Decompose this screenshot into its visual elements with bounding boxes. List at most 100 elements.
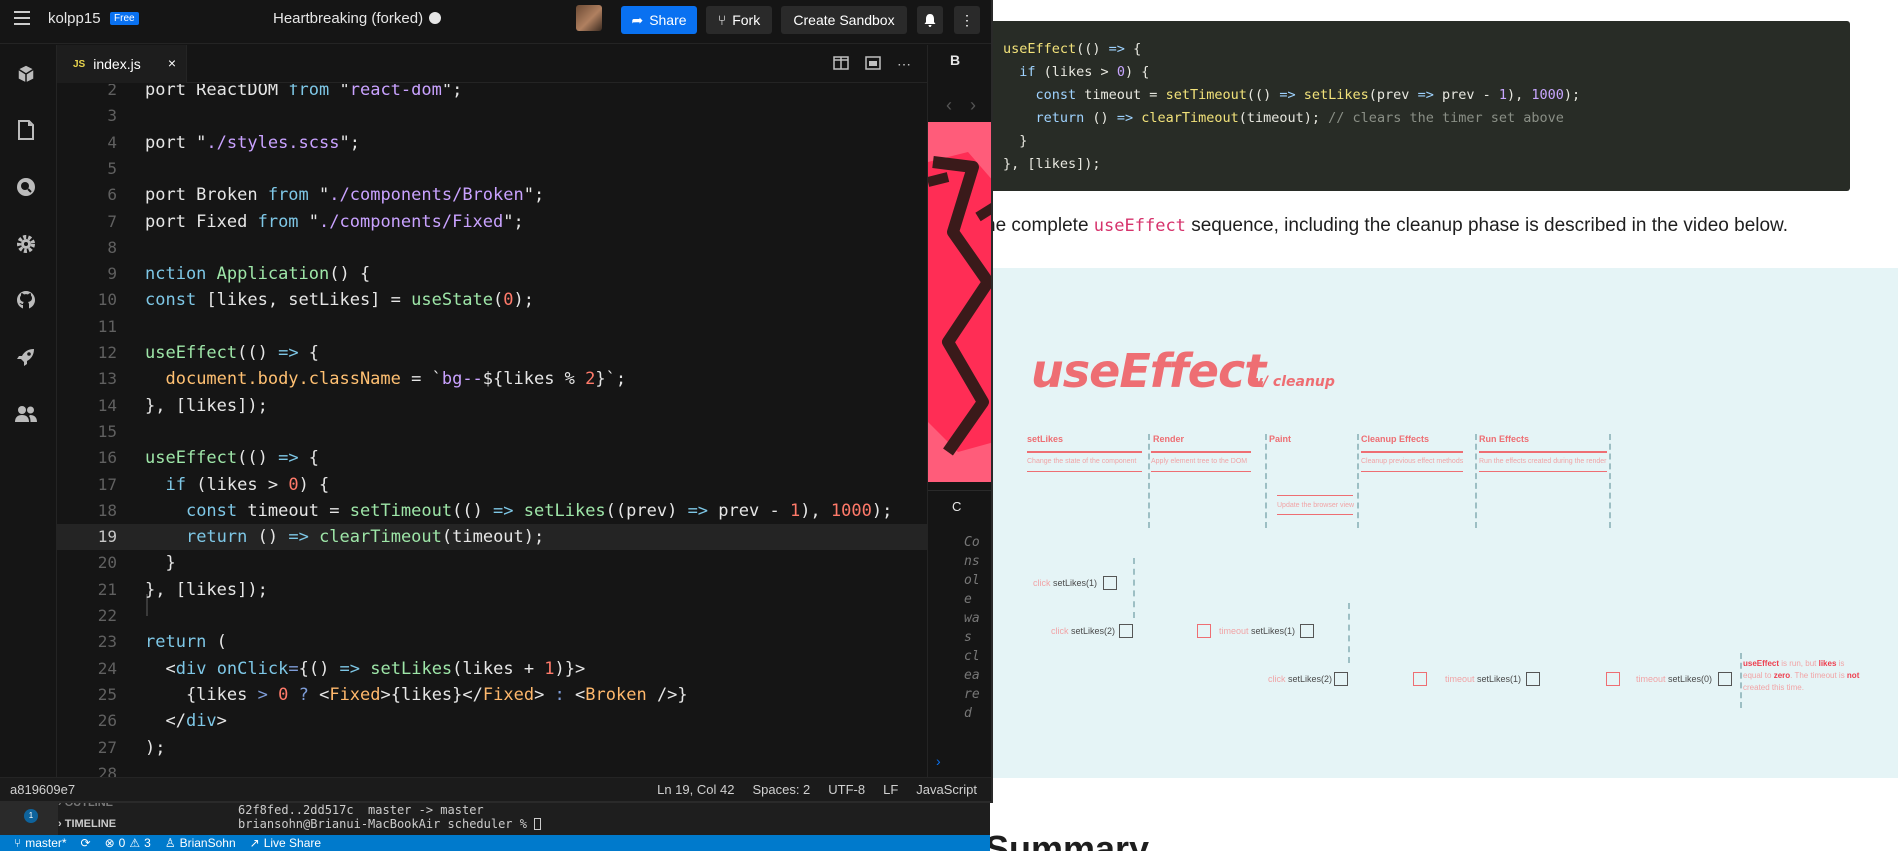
sandbox-title[interactable]: Heartbreaking (forked): [273, 10, 442, 27]
search-icon[interactable]: [14, 175, 38, 199]
code-line[interactable]: 10 const [likes, setLikes] = useState(0);: [57, 287, 927, 313]
code-token: 0: [278, 684, 289, 705]
fork-button[interactable]: ⑂ Fork: [706, 6, 772, 34]
line-number: 22: [97, 606, 117, 625]
code-line[interactable]: 21}, [likes]);: [57, 577, 927, 603]
terminal-prompt[interactable]: briansohn@Brianui-MacBookAir scheduler %: [238, 817, 542, 831]
preview-tab[interactable]: B: [950, 52, 960, 68]
code-token: =>: [288, 527, 309, 548]
code-line[interactable]: 22: [57, 603, 927, 629]
code-line[interactable]: 23 return (: [57, 629, 927, 655]
code-text: const timeout = setTimeout(() => setLike…: [145, 498, 892, 524]
code-line[interactable]: 28: [57, 761, 927, 777]
timeline-section[interactable]: › TIMELINE: [58, 818, 116, 830]
console-tab[interactable]: C: [952, 499, 961, 514]
code-line[interactable]: 4 port "./styles.scss";: [57, 130, 927, 156]
diagram-divider: [1609, 434, 1611, 528]
branch-status[interactable]: ⑂ master*: [14, 836, 67, 850]
code-line[interactable]: 18 const timeout = setTimeout(() => setL…: [57, 498, 927, 524]
code-line[interactable]: 13 document.body.className = `bg--${like…: [57, 366, 927, 392]
more-options-icon[interactable]: ⋮: [954, 6, 980, 34]
code-line[interactable]: 26 </div>: [57, 708, 927, 734]
useeffect-diagram-video[interactable]: useEffect w/ cleanup setLikes Render Pai…: [985, 268, 1898, 778]
preview-broken-heart-image[interactable]: [928, 122, 991, 482]
code-token: 0: [503, 290, 514, 311]
code-line[interactable]: 3: [57, 103, 927, 129]
editor-tabs: JS index.js × ⋯: [57, 45, 927, 83]
code-line[interactable]: 8: [57, 235, 927, 261]
code-line[interactable]: 16 useEffect(() => {: [57, 445, 927, 471]
settings-icon[interactable]: [14, 232, 38, 256]
code-line[interactable]: 14}, [likes]);: [57, 393, 927, 419]
username[interactable]: kolpp15: [48, 10, 101, 27]
code-token: =>: [493, 500, 514, 521]
code-token: }: [1003, 133, 1028, 149]
code-line[interactable]: 24 <div onClick={() => setLikes(likes + …: [57, 656, 927, 682]
code-token: }, [likes]);: [145, 395, 268, 416]
code-line[interactable]: 17 if (likes > 0) {: [57, 472, 927, 498]
code-line[interactable]: 11: [57, 314, 927, 340]
code-line[interactable]: 27);: [57, 735, 927, 761]
code-line[interactable]: 20 }: [57, 550, 927, 576]
github-icon[interactable]: [14, 288, 38, 312]
language-mode[interactable]: JavaScript: [916, 782, 977, 797]
diagram-step: click setLikes(2): [1051, 626, 1116, 636]
indentation-setting[interactable]: Spaces: 2: [752, 782, 810, 797]
avatar[interactable]: [576, 5, 602, 31]
code-line[interactable]: 7 port Fixed from "./components/Fixed";: [57, 209, 927, 235]
diagram-underline: [1151, 451, 1251, 453]
line-number: 9: [107, 264, 117, 284]
code-line[interactable]: 5: [57, 156, 927, 182]
bell-icon[interactable]: [917, 6, 943, 34]
code-token: useState: [411, 290, 494, 311]
line-number: 12: [97, 343, 117, 362]
split-editor-icon[interactable]: [833, 55, 849, 73]
plan-badge: Free: [110, 12, 139, 25]
code-token: port ReactDOM: [145, 84, 289, 100]
console-prompt[interactable]: ›: [936, 753, 941, 769]
paragraph-text-end: sequence, including the cleanup phase is…: [1185, 215, 1789, 236]
code-line[interactable]: 25 {likes > 0 ? <Fixed>{likes}</Fixed> :…: [57, 682, 927, 708]
more-actions-icon[interactable]: ⋯: [897, 56, 911, 73]
code-token: =>: [1116, 110, 1134, 126]
code-line[interactable]: 6 port Broken from "./components/Broken";: [57, 182, 927, 208]
encoding-setting[interactable]: UTF-8: [828, 782, 865, 797]
close-tab-icon[interactable]: ×: [168, 55, 176, 71]
code-token: setLikes: [523, 500, 606, 521]
menu-icon[interactable]: [14, 11, 30, 25]
tab-index-js[interactable]: JS index.js ×: [57, 45, 187, 83]
code-token: <: [145, 658, 176, 679]
code-line[interactable]: 15: [57, 419, 927, 445]
create-sandbox-button[interactable]: Create Sandbox: [781, 6, 907, 34]
diagram-box: [1197, 624, 1211, 638]
diagram-underline: [1479, 451, 1607, 453]
code-token: =: [288, 658, 299, 679]
code-text: nction Application() {: [145, 261, 370, 287]
code-editor[interactable]: 2 port ReactDOM from "react-dom"; 3 4 port "…: [57, 84, 927, 777]
explorer-icon[interactable]: [14, 118, 38, 142]
diagram-underline: [1027, 471, 1142, 472]
code-line[interactable]: 19 return () => clearTimeout(timeout);: [57, 524, 927, 551]
preview-nav-arrows[interactable]: ‹›: [946, 95, 991, 116]
eol-setting[interactable]: LF: [883, 782, 898, 797]
user-status[interactable]: ♙ BrianSohn: [165, 836, 236, 850]
diagram-step: timeout setLikes(1): [1219, 626, 1296, 636]
sync-icon[interactable]: ⟳: [81, 836, 91, 850]
cursor-position[interactable]: Ln 19, Col 42: [657, 782, 734, 797]
live-collaboration-icon[interactable]: [14, 402, 38, 426]
diagram-divider: [1475, 434, 1477, 528]
live-share-button[interactable]: ↗ Live Share: [250, 836, 321, 850]
problems-status[interactable]: ⊗ 0 ⚠ 3: [105, 836, 151, 850]
code-line[interactable]: 9 nction Application() {: [57, 261, 927, 287]
preview-layout-icon[interactable]: [865, 55, 881, 73]
code-token: (): [1084, 110, 1117, 126]
code-line[interactable]: 2 port ReactDOM from "react-dom";: [57, 84, 927, 103]
code-token: ),: [800, 500, 831, 521]
code-line[interactable]: 12 useEffect(() => {: [57, 340, 927, 366]
sandbox-info-icon[interactable]: [14, 62, 38, 86]
share-button[interactable]: ➦ Share: [621, 6, 697, 34]
deploy-rocket-icon[interactable]: [14, 345, 38, 369]
